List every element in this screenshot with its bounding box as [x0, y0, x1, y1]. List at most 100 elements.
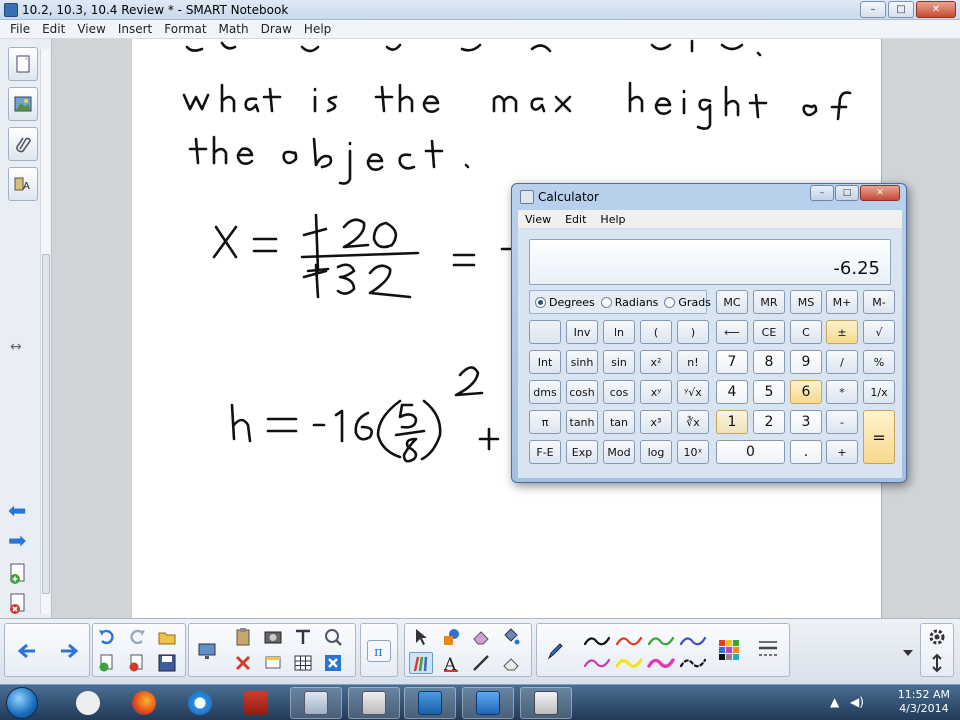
key-9[interactable]: 9 — [790, 350, 822, 374]
delete-page-toolbar-icon[interactable] — [125, 652, 149, 674]
fill-icon[interactable] — [499, 626, 523, 648]
taskbar-bunny-app[interactable] — [62, 687, 114, 719]
key-0[interactable]: 0 — [716, 440, 785, 464]
key-cosh[interactable]: cosh — [566, 380, 598, 404]
key-log[interactable]: log — [640, 440, 672, 464]
calculator-menu-view[interactable]: View — [518, 213, 558, 226]
taskbar-recorder[interactable] — [348, 687, 400, 719]
screen-shade-icon[interactable] — [195, 640, 219, 662]
menu-help[interactable]: Help — [298, 22, 337, 36]
resize-handle-icon[interactable]: ↔ — [10, 339, 22, 355]
shapes-icon[interactable] — [439, 626, 463, 648]
paste-icon[interactable] — [231, 626, 255, 648]
insert-text-icon[interactable] — [291, 626, 315, 648]
key-backspace[interactable]: ⟵ — [716, 320, 748, 344]
line-icon[interactable] — [469, 652, 493, 674]
key-mod[interactable]: Mod — [603, 440, 635, 464]
key-m-minus[interactable]: M- — [863, 290, 895, 314]
toolbar-next-page-icon[interactable] — [57, 640, 81, 662]
key-fe[interactable]: F-E — [529, 440, 561, 464]
key-cos[interactable]: cos — [603, 380, 635, 404]
page-sorter-tab[interactable] — [8, 47, 38, 81]
radio-grads[interactable]: Grads — [664, 296, 711, 309]
side-scrollbar-thumb[interactable] — [42, 254, 50, 594]
key-plus-minus[interactable]: ± — [826, 320, 858, 344]
key-ten-power-x[interactable]: 10ˣ — [677, 440, 709, 464]
delete-icon[interactable] — [231, 652, 255, 674]
previous-page-icon[interactable]: ⬅ — [8, 499, 26, 524]
key-8[interactable]: 8 — [753, 350, 785, 374]
start-button[interactable] — [6, 687, 38, 719]
menu-math[interactable]: Math — [213, 22, 255, 36]
eraser-icon[interactable] — [469, 626, 493, 648]
key-percent[interactable]: % — [863, 350, 895, 374]
key-6[interactable]: 6 — [790, 380, 822, 404]
redo-icon[interactable] — [125, 626, 149, 648]
key-exp[interactable]: Exp — [566, 440, 598, 464]
key-tan[interactable]: tan — [603, 410, 635, 434]
menu-view[interactable]: View — [71, 22, 111, 36]
key-4[interactable]: 4 — [716, 380, 748, 404]
text-icon[interactable]: A — [439, 652, 463, 674]
side-scrollbar[interactable] — [40, 49, 50, 614]
radio-radians[interactable]: Radians — [600, 296, 658, 309]
calculator-menu-help[interactable]: Help — [593, 213, 632, 226]
save-icon[interactable] — [155, 652, 179, 674]
next-page-icon[interactable]: ➡ — [8, 529, 26, 554]
taskbar-firefox[interactable] — [118, 687, 170, 719]
key-inv[interactable]: Inv — [566, 320, 598, 344]
key-x-power-y[interactable]: xʸ — [640, 380, 672, 404]
key-7[interactable]: 7 — [716, 350, 748, 374]
taskbar-smart-notebook[interactable] — [404, 687, 456, 719]
open-file-icon[interactable] — [155, 626, 179, 648]
key-mc[interactable]: MC — [716, 290, 748, 314]
key-3[interactable]: 3 — [790, 410, 822, 434]
menu-edit[interactable]: Edit — [36, 22, 71, 36]
key-1[interactable]: 1 — [716, 410, 748, 434]
math-tools-icon[interactable]: π — [367, 640, 391, 662]
select-arrow-icon[interactable] — [409, 626, 433, 648]
menu-insert[interactable]: Insert — [112, 22, 158, 36]
toolbar-dropdown-icon[interactable] — [896, 641, 920, 663]
key-c[interactable]: C — [790, 320, 822, 344]
gear-icon[interactable] — [925, 626, 949, 648]
key-sqrt[interactable]: √ — [863, 320, 895, 344]
add-page-icon[interactable] — [8, 563, 28, 585]
key-ms[interactable]: MS — [790, 290, 822, 314]
key-x-squared[interactable]: x² — [640, 350, 672, 374]
taskbar-smart-tools[interactable] — [462, 687, 514, 719]
menu-file[interactable]: File — [4, 22, 36, 36]
camera-icon[interactable] — [261, 626, 285, 648]
key-y-root-x[interactable]: ʸ√x — [677, 380, 709, 404]
key-5[interactable]: 5 — [753, 380, 785, 404]
key-sinh[interactable]: sinh — [566, 350, 598, 374]
taskbar-calculator[interactable] — [290, 687, 342, 719]
table-icon[interactable] — [291, 652, 315, 674]
key-ln[interactable]: ln — [603, 320, 635, 344]
show-hidden-icons[interactable]: ▲ — [830, 695, 839, 709]
close-document-icon[interactable] — [321, 652, 345, 674]
key-ce[interactable]: CE — [753, 320, 785, 344]
gallery-tab[interactable] — [8, 87, 38, 121]
key-dms[interactable]: dms — [529, 380, 561, 404]
key-pi[interactable]: π — [529, 410, 561, 434]
delete-page-icon[interactable] — [8, 593, 28, 615]
undo-icon[interactable] — [95, 626, 119, 648]
key-close-paren[interactable]: ) — [677, 320, 709, 344]
key-sin[interactable]: sin — [603, 350, 635, 374]
properties-tab[interactable]: A — [8, 167, 38, 201]
key-open-paren[interactable]: ( — [640, 320, 672, 344]
pen-style-swatches[interactable] — [581, 630, 781, 674]
attachments-tab[interactable] — [8, 127, 38, 161]
taskbar-document-camera[interactable] — [230, 687, 282, 719]
minimize-button[interactable]: – — [860, 1, 886, 18]
pens-icon[interactable] — [409, 652, 433, 674]
pen-tool-icon[interactable] — [543, 640, 567, 662]
key-factorial[interactable]: n! — [677, 350, 709, 374]
calculator-minimize-button[interactable]: – — [810, 185, 834, 201]
calculator-window[interactable]: Calculator – □ ✕ View Edit Help -6.25 De… — [511, 183, 907, 483]
eraser-tool-icon[interactable] — [499, 652, 523, 674]
key-add[interactable]: + — [826, 440, 858, 464]
key-blank[interactable] — [529, 320, 561, 344]
key-cube-root[interactable]: ∛x — [677, 410, 709, 434]
